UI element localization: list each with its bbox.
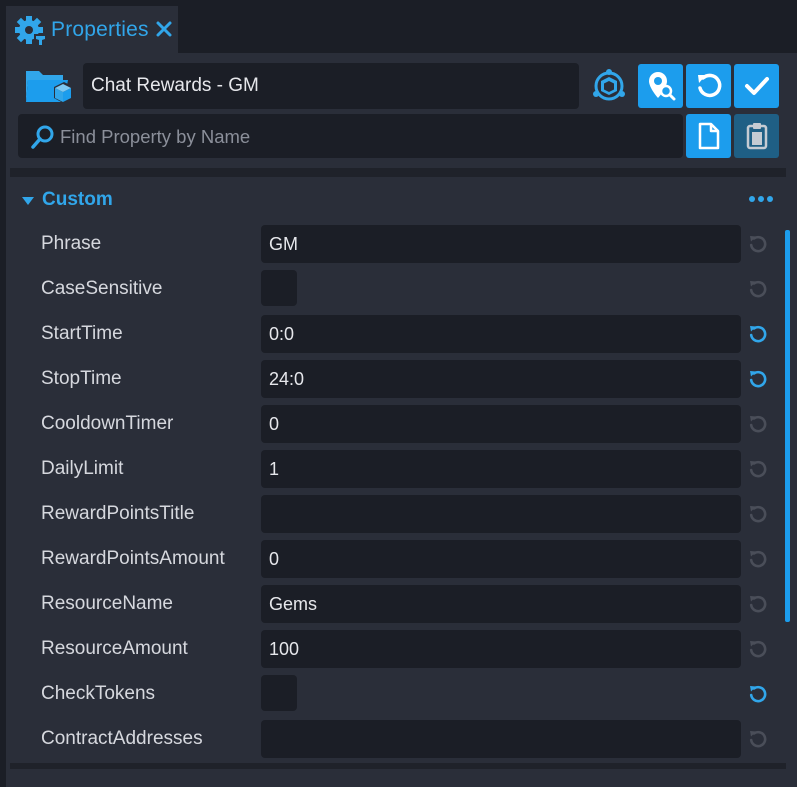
property-row: RewardPointsAmount 0 — [10, 538, 786, 583]
reset-property-icon[interactable] — [748, 234, 768, 254]
reset-all-button[interactable] — [686, 64, 731, 108]
property-value-field[interactable]: GM — [261, 225, 741, 263]
reset-property-icon[interactable] — [748, 639, 768, 659]
property-label: RewardPointsAmount — [41, 548, 225, 569]
properties-header: Find Property by Name — [6, 53, 797, 168]
reset-property-icon[interactable] — [748, 549, 768, 569]
property-label: CheckTokens — [41, 683, 156, 704]
property-label: StartTime — [41, 323, 123, 344]
collapse-caret-icon[interactable] — [22, 197, 34, 205]
reset-property-icon[interactable] — [748, 684, 768, 704]
property-value-field[interactable] — [261, 720, 741, 758]
reset-property-icon[interactable] — [748, 594, 768, 614]
section-divider — [10, 168, 786, 176]
object-name-field[interactable] — [83, 63, 579, 109]
document-icon — [698, 122, 719, 150]
paste-button[interactable] — [734, 114, 779, 158]
reset-property-icon[interactable] — [748, 324, 768, 344]
property-label: ResourceName — [41, 593, 173, 614]
tab-title: Properties — [51, 18, 149, 41]
property-label: RewardPointsTitle — [41, 503, 195, 524]
property-search-input[interactable]: Find Property by Name — [18, 114, 683, 158]
clipboard-icon — [746, 123, 767, 150]
property-label: ContractAddresses — [41, 728, 203, 749]
property-value-field[interactable]: 24:0 — [261, 360, 741, 398]
property-row: CooldownTimer 0 — [10, 403, 786, 448]
property-label: Phrase — [41, 233, 102, 254]
property-value-field[interactable] — [261, 495, 741, 533]
search-placeholder: Find Property by Name — [60, 126, 251, 147]
reset-icon — [697, 73, 721, 98]
property-row: ContractAddresses — [10, 718, 786, 763]
property-checkbox[interactable] — [261, 675, 297, 711]
property-label: CooldownTimer — [41, 413, 174, 434]
custom-section-header[interactable]: Custom — [10, 176, 786, 220]
property-row: StopTime 24:0 — [10, 358, 786, 403]
tab-bar: Properties — [0, 0, 797, 53]
reset-property-icon[interactable] — [748, 504, 768, 524]
search-icon — [31, 125, 54, 149]
folder-cube-icon — [26, 71, 72, 103]
property-row: CheckTokens — [10, 673, 786, 718]
confirm-button[interactable] — [734, 64, 779, 108]
panel-bottom-divider — [10, 763, 786, 769]
section-title: Custom — [42, 189, 113, 210]
properties-panel: Find Property by Name Custom — [6, 53, 797, 787]
property-row: ResourceAmount 100 — [10, 628, 786, 673]
property-row: ResourceName Gems — [10, 583, 786, 628]
property-label: DailyLimit — [41, 458, 124, 479]
property-row: DailyLimit 1 — [10, 448, 786, 493]
property-value-field[interactable]: 0 — [261, 405, 741, 443]
property-list: Custom Phrase GM CaseSensitive StartTime 0:0… — [10, 168, 786, 768]
gear-icon — [15, 16, 47, 47]
property-row: Phrase GM — [10, 223, 786, 268]
property-value-field[interactable]: 0 — [261, 540, 741, 578]
property-value-field[interactable]: 0:0 — [261, 315, 741, 353]
property-row: StartTime 0:0 — [10, 313, 786, 358]
reset-property-icon[interactable] — [748, 459, 768, 479]
checkmark-icon — [744, 77, 769, 95]
property-label: ResourceAmount — [41, 638, 188, 659]
reset-property-icon[interactable] — [748, 369, 768, 389]
more-options-icon[interactable] — [748, 194, 774, 204]
property-row: CaseSensitive — [10, 268, 786, 313]
property-value-field[interactable]: 100 — [261, 630, 741, 668]
reset-property-icon[interactable] — [748, 729, 768, 749]
reset-property-icon[interactable] — [748, 279, 768, 299]
map-pin-search-icon — [648, 72, 675, 101]
network-cube-icon[interactable] — [590, 67, 628, 105]
tab-properties[interactable]: Properties — [6, 6, 178, 53]
property-value-field[interactable]: 1 — [261, 450, 741, 488]
property-label: CaseSensitive — [41, 278, 163, 299]
property-value-field[interactable]: Gems — [261, 585, 741, 623]
property-row: RewardPointsTitle — [10, 493, 786, 538]
scrollbar[interactable] — [785, 230, 790, 622]
property-checkbox[interactable] — [261, 270, 297, 306]
locate-button[interactable] — [638, 64, 683, 108]
close-icon[interactable] — [151, 16, 177, 42]
reset-property-icon[interactable] — [748, 414, 768, 434]
copy-button[interactable] — [686, 114, 731, 158]
property-label: StopTime — [41, 368, 122, 389]
